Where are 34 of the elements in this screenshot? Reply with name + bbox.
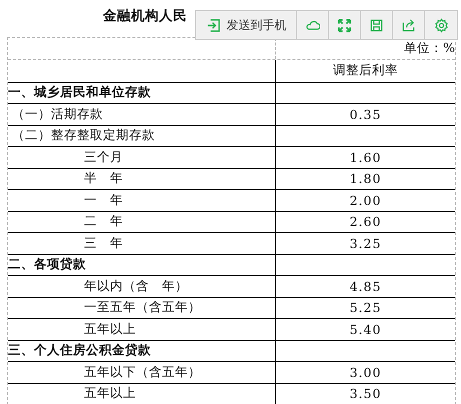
settings-icon	[434, 18, 448, 32]
row-label: 五年以下（含五年）	[83, 364, 201, 381]
row-label: 一至五年（含五年）	[83, 299, 201, 316]
rate-value: 0.35	[350, 106, 382, 122]
row-label: 年以内（含 年）	[83, 278, 188, 295]
row-label: 三个月	[83, 148, 123, 166]
rate-value: 5.40	[350, 322, 382, 337]
rate-value: 4.85	[350, 278, 382, 294]
row-label: 二 年	[83, 213, 123, 230]
rate-value: 3.50	[350, 386, 382, 402]
row-label: 一 年	[83, 192, 123, 209]
row-label: 五年以上	[83, 385, 136, 402]
rate-value: 2.60	[350, 214, 382, 230]
rate-value: 2.00	[350, 192, 382, 208]
rate-value: 3.25	[350, 236, 382, 251]
share-icon	[401, 18, 416, 32]
section-heading: 一、城乡居民和单位存款	[8, 84, 151, 102]
row-label: 半 年	[83, 170, 123, 188]
row-label: （一）活期存款	[11, 106, 103, 123]
fullscreen-icon	[337, 18, 352, 32]
unit-label: 单位：%	[404, 40, 455, 57]
section-heading: 三、个人住房公积金贷款	[8, 342, 151, 360]
rate-value: 1.60	[350, 150, 382, 165]
row-label: （二）整存整取定期存款	[11, 127, 155, 144]
rate-value: 1.80	[350, 171, 382, 186]
document-title: 金融机构人民	[103, 7, 187, 25]
row-label: 五年以上	[83, 320, 136, 338]
row-label: 三 年	[83, 234, 123, 252]
send-icon	[206, 18, 220, 32]
section-heading: 二、各项贷款	[8, 256, 86, 274]
rate-value: 3.00	[350, 364, 382, 380]
rate-value: 5.25	[350, 300, 382, 316]
column-header: 调整后利率	[333, 62, 398, 79]
save-icon	[369, 18, 384, 32]
